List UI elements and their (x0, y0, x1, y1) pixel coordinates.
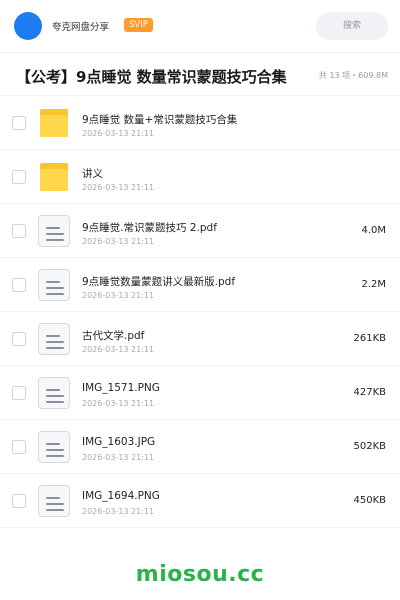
page-title: 【公考】9点睡觉 数量常识蒙题技巧合集 (16, 68, 287, 86)
top-bar: 夸克网盘分享 SVIP 搜索 (0, 0, 400, 52)
svip-badge: SVIP (124, 18, 153, 32)
document-icon (36, 485, 72, 519)
file-date: 2026-03-13 21:11 (82, 237, 155, 246)
file-row[interactable]: IMG_1571.PNG 2026-03-13 21:11 427KB (0, 366, 400, 420)
file-name: IMG_1603.JPG (82, 436, 156, 448)
file-date: 2026-03-13 21:11 (82, 453, 155, 462)
file-date: 2026-03-13 21:11 (82, 345, 155, 354)
file-name: 9点睡觉 数量+常识蒙题技巧合集 (82, 114, 238, 126)
file-row[interactable]: 古代文学.pdf 2026-03-13 21:11 261KB (0, 312, 400, 366)
select-checkbox[interactable] (12, 224, 26, 238)
select-checkbox[interactable] (12, 386, 26, 400)
file-date: 2026-03-13 21:11 (82, 291, 155, 300)
file-date: 2026-03-13 21:11 (82, 507, 155, 516)
document-icon (36, 215, 72, 249)
file-list: 9点睡觉 数量+常识蒙题技巧合集 2026-03-13 21:11 讲义 2026-0… (0, 96, 400, 528)
file-date: 2026-03-13 21:11 (82, 129, 155, 138)
brand-label: 夸克网盘分享 (52, 22, 110, 33)
select-checkbox[interactable] (12, 170, 26, 184)
search-input[interactable]: 搜索 (316, 12, 388, 40)
select-checkbox[interactable] (12, 494, 26, 508)
document-icon (36, 431, 72, 465)
file-size: 261KB (353, 333, 386, 344)
file-name: 9点睡觉数量蒙题讲义最新版.pdf (82, 276, 236, 288)
document-icon (36, 323, 72, 357)
watermark-logo: miosou.cc (135, 562, 265, 587)
share-meta: 共 13 项・609.8M (318, 71, 388, 80)
share-title-bar: 【公考】9点睡觉 数量常识蒙题技巧合集 共 13 项・609.8M (0, 52, 400, 96)
file-name: 古代文学.pdf (82, 330, 145, 342)
select-checkbox[interactable] (12, 116, 26, 130)
folder-row[interactable]: 讲义 2026-03-13 21:11 (0, 150, 400, 204)
document-icon (36, 377, 72, 411)
file-size: 2.2M (361, 279, 386, 290)
select-checkbox[interactable] (12, 278, 26, 292)
select-checkbox[interactable] (12, 440, 26, 454)
file-size: 450KB (353, 495, 386, 506)
file-name: 讲义 (82, 168, 103, 180)
select-checkbox[interactable] (12, 332, 26, 346)
file-size: 502KB (353, 441, 386, 452)
avatar[interactable] (14, 12, 42, 40)
folder-icon (36, 161, 72, 195)
footer: miosou.cc (0, 548, 400, 600)
file-name: IMG_1694.PNG (82, 490, 160, 502)
file-name: IMG_1571.PNG (82, 382, 160, 394)
file-name: 9点睡觉.常识蒙题技巧 2.pdf (82, 222, 217, 234)
file-row[interactable]: 9点睡觉数量蒙题讲义最新版.pdf 2026-03-13 21:11 2.2M (0, 258, 400, 312)
file-size: 427KB (353, 387, 386, 398)
document-icon (36, 269, 72, 303)
file-date: 2026-03-13 21:11 (82, 183, 155, 192)
folder-row[interactable]: 9点睡觉 数量+常识蒙题技巧合集 2026-03-13 21:11 (0, 96, 400, 150)
file-date: 2026-03-13 21:11 (82, 399, 155, 408)
folder-icon (36, 107, 72, 141)
file-row[interactable]: IMG_1603.JPG 2026-03-13 21:11 502KB (0, 420, 400, 474)
file-row[interactable]: 9点睡觉.常识蒙题技巧 2.pdf 2026-03-13 21:11 4.0M (0, 204, 400, 258)
file-size: 4.0M (361, 225, 386, 236)
file-row[interactable]: IMG_1694.PNG 2026-03-13 21:11 450KB (0, 474, 400, 528)
